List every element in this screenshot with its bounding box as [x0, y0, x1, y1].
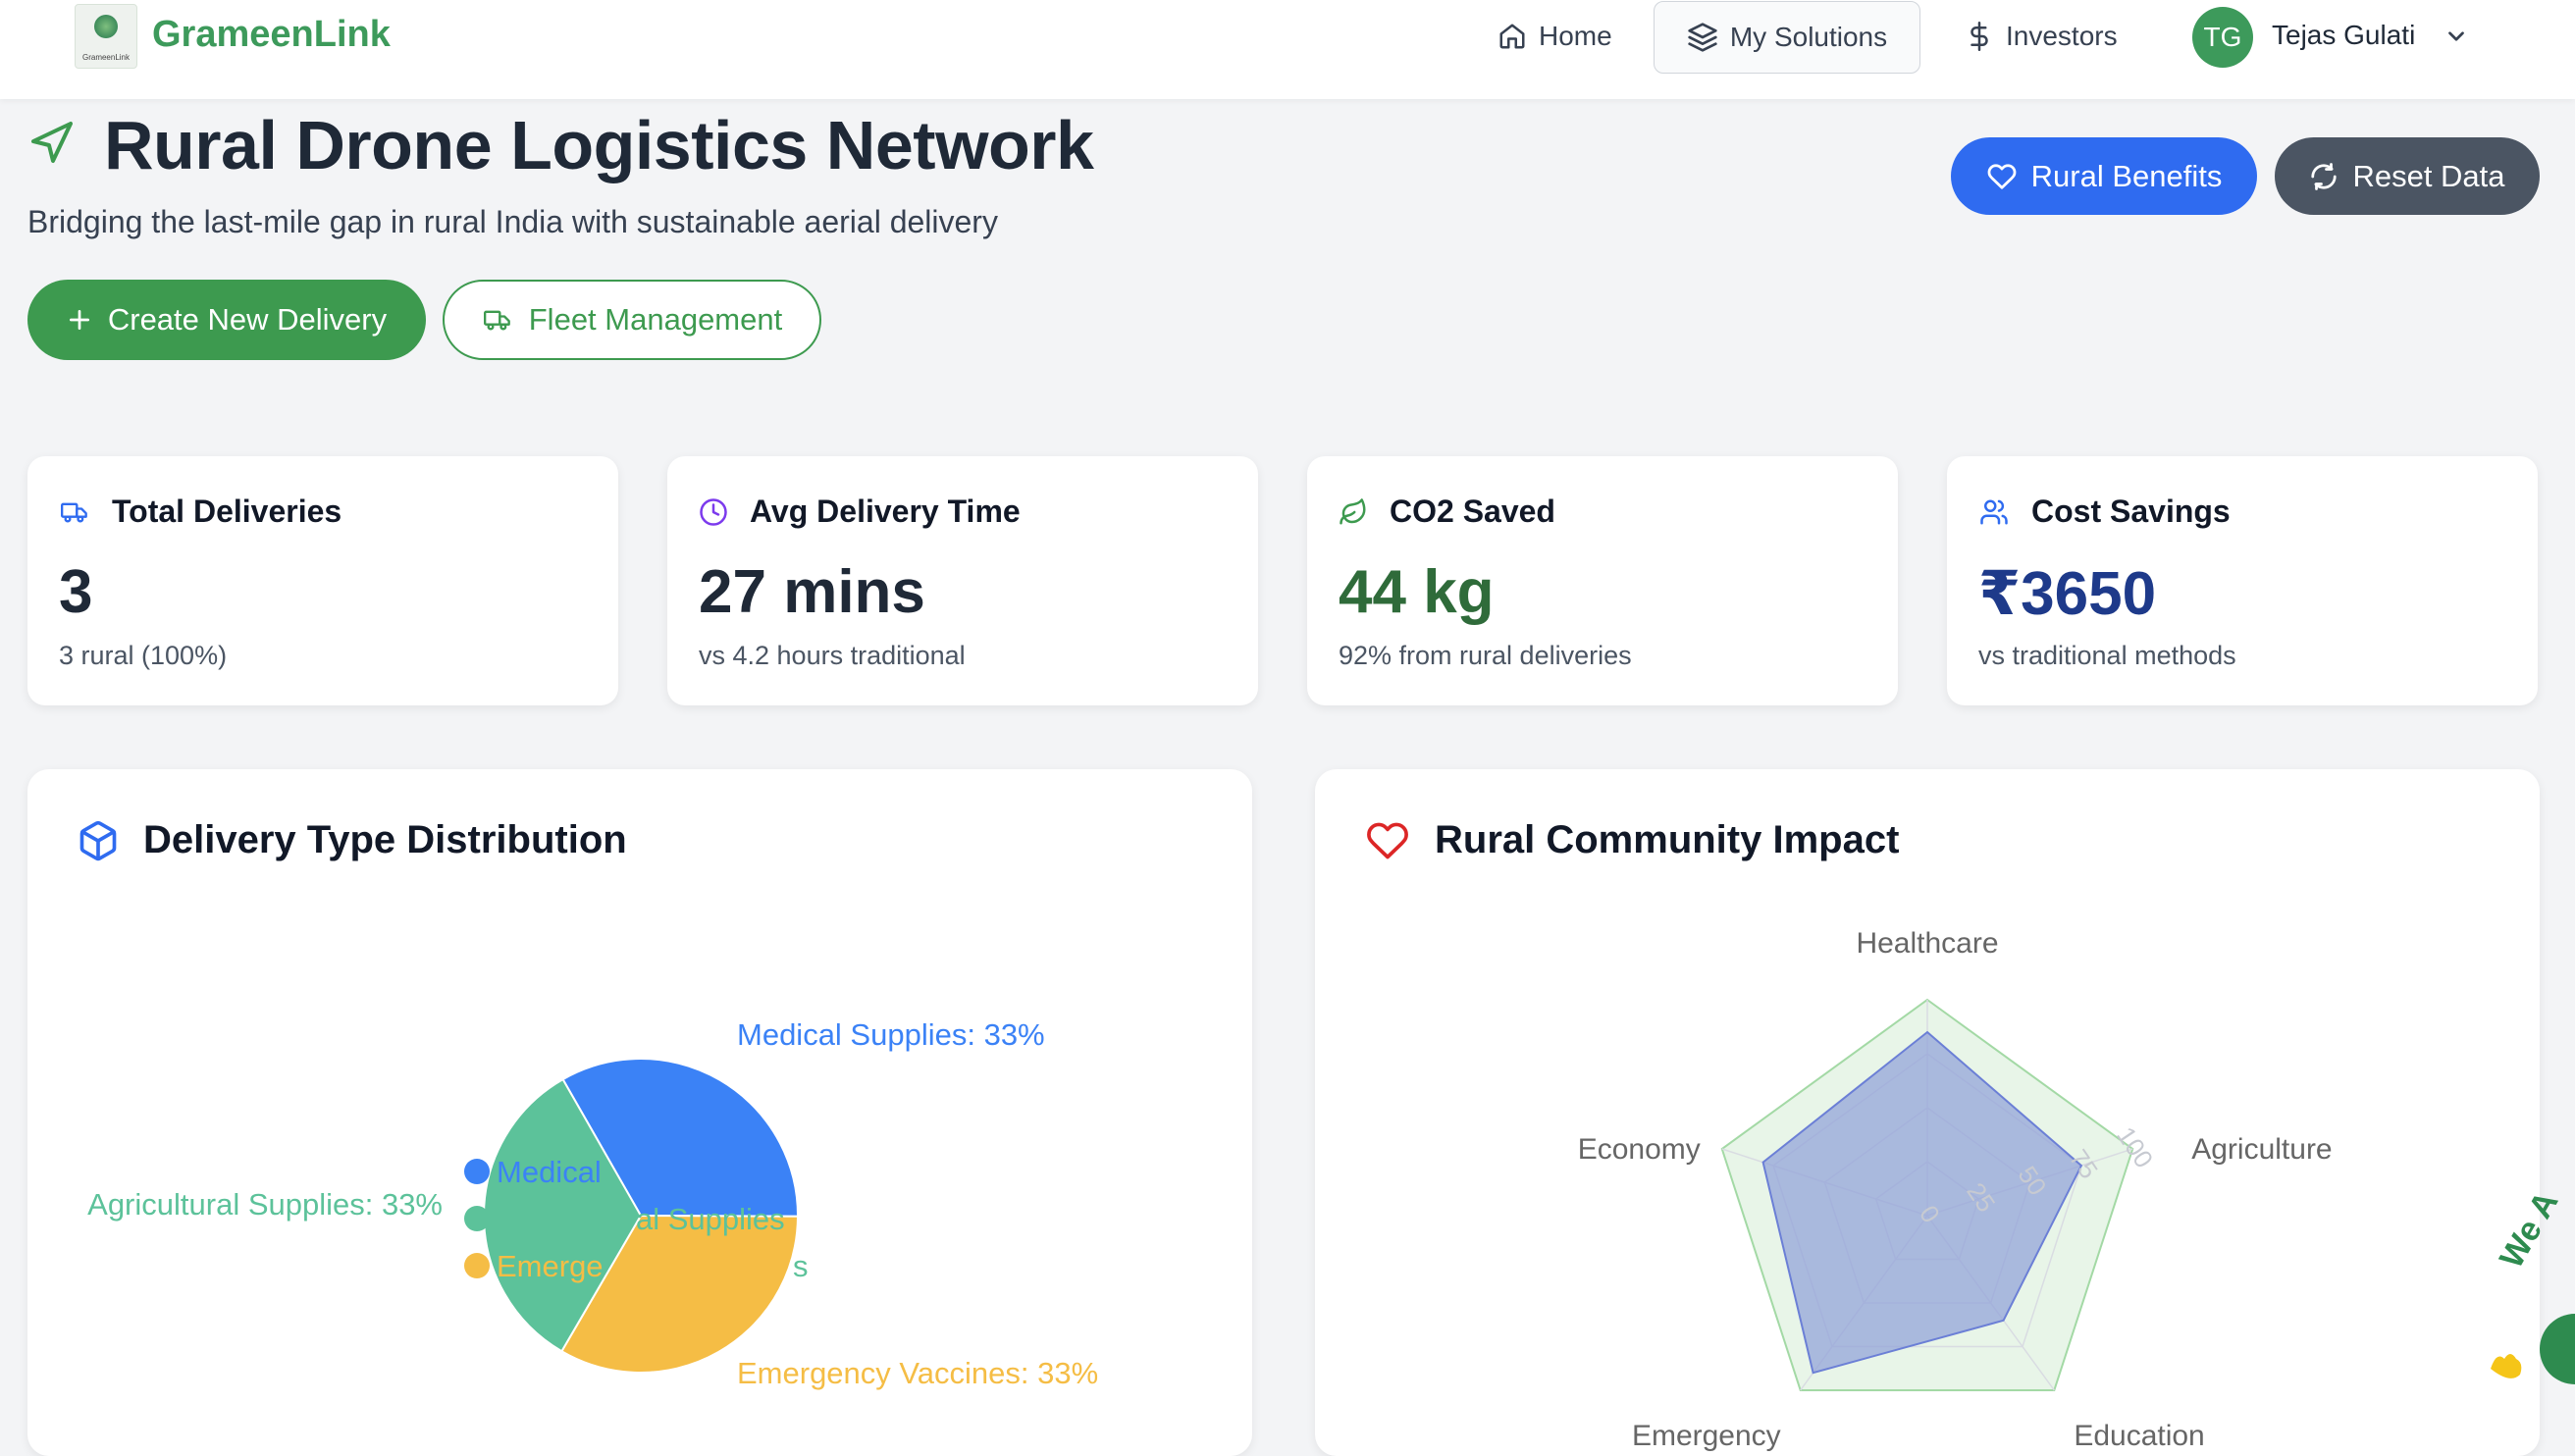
pie-overlay-text: s	[793, 1249, 809, 1283]
dollar-icon	[1971, 22, 1988, 51]
stat-value: 3	[59, 558, 93, 626]
radar-axis-label: Healthcare	[1856, 927, 1998, 960]
refresh-icon	[2311, 162, 2338, 190]
stat-title: Cost Savings	[2031, 494, 2231, 529]
nav-home-label: Home	[1539, 21, 1612, 51]
leaf-icon	[1340, 497, 1366, 524]
fleet-management-label: Fleet Management	[528, 302, 783, 337]
heart-icon	[1987, 163, 2016, 189]
stat-title: CO2 Saved	[1390, 494, 1555, 529]
stat-subtext: 92% from rural deliveries	[1339, 641, 1632, 670]
legend-swatch	[464, 1206, 490, 1231]
rural-benefits-label: Rural Benefits	[2030, 158, 2223, 193]
page-title: Rural Drone Logistics Network	[104, 107, 1094, 183]
stat-value: 27 mins	[699, 558, 925, 626]
truck-icon	[61, 502, 87, 522]
logo-tree-icon	[94, 15, 118, 38]
pie-data-label: Emergency Vaccines: 33%	[737, 1356, 1098, 1390]
stat-card-avg-delivery-time: Avg Delivery Time 27 mins vs 4.2 hours t…	[667, 456, 1258, 705]
avatar[interactable]: TG	[2192, 7, 2253, 68]
nav-investors[interactable]: Investors	[1965, 0, 2118, 73]
delivery-type-distribution-panel: Delivery Type Distribution Medical Suppl…	[27, 769, 1252, 1456]
stat-card-total-deliveries: Total Deliveries 3 3 rural (100%)	[27, 456, 618, 705]
logo-caption: GrameenLink	[81, 53, 131, 62]
stat-card-header: Avg Delivery Time	[699, 494, 1021, 530]
legend-label: Emerge	[497, 1249, 604, 1283]
layers-icon	[1688, 23, 1717, 52]
stat-card-header: CO2 Saved	[1339, 494, 1555, 530]
legend-swatch	[464, 1253, 490, 1278]
pie-overlay-text: al Supplies	[636, 1202, 785, 1236]
top-navbar: GrameenLink GrameenLink Home My Solution…	[0, 0, 2575, 99]
brand-logo[interactable]: GrameenLink	[75, 4, 137, 69]
stat-card-cost-savings: Cost Savings ₹3650 vs traditional method…	[1947, 456, 2538, 705]
pie-data-label: Agricultural Supplies: 33%	[87, 1187, 443, 1222]
clock-icon	[700, 497, 727, 526]
radar-axis-label: Education	[2074, 1420, 2204, 1452]
delivery-pie-chart: Medical Supplies: 33% Emergency Vaccines:…	[87, 1017, 1098, 1390]
truck-icon	[483, 310, 510, 331]
page-subtitle: Bridging the last-mile gap in rural Indi…	[27, 204, 998, 239]
plus-icon	[69, 309, 89, 331]
nav-my-solutions-label: My Solutions	[1729, 22, 1888, 52]
pie-data-label: Medical Supplies: 33%	[737, 1017, 1045, 1052]
radar-axis-label: Emergency	[1632, 1420, 1781, 1452]
stat-subtext: vs traditional methods	[1978, 641, 2236, 670]
stat-card-header: Total Deliveries	[59, 494, 342, 530]
users-icon	[1980, 499, 2008, 524]
navigation-arrow-icon	[31, 122, 73, 163]
legend-label: Medical	[497, 1155, 602, 1189]
reset-data-label: Reset Data	[2352, 158, 2505, 193]
legend-swatch	[464, 1159, 490, 1184]
brand-name[interactable]: GrameenLink	[152, 14, 391, 56]
stat-subtext: vs 4.2 hours traditional	[699, 641, 966, 670]
stat-subtext: 3 rural (100%)	[59, 641, 228, 670]
home-icon	[1499, 24, 1525, 49]
user-name[interactable]: Tejas Gulati	[2272, 20, 2415, 51]
create-delivery-label: Create New Delivery	[107, 302, 388, 337]
nav-my-solutions[interactable]: My Solutions	[1654, 1, 1920, 74]
chevron-down-icon[interactable]	[2444, 24, 2469, 49]
stat-title: Total Deliveries	[112, 494, 342, 529]
radar-axis-label: Agriculture	[2191, 1133, 2332, 1166]
impact-radar-chart: 0 25 50 75 100HealthcareAgricultureEducation…	[1578, 927, 2333, 1452]
rural-benefits-button[interactable]: Rural Benefits	[1951, 137, 2257, 215]
stat-card-co2-saved: CO2 Saved 44 kg 92% from rural deliverie…	[1307, 456, 1898, 705]
reset-data-button[interactable]: Reset Data	[2275, 137, 2540, 215]
rural-community-impact-panel: Rural Community Impact 0 25 50 75 100 Healthc…	[1315, 769, 2540, 1456]
fleet-management-button[interactable]: Fleet Management	[443, 280, 821, 360]
stat-card-header: Cost Savings	[1978, 494, 2231, 530]
radar-axis-label: Economy	[1578, 1133, 1701, 1166]
stat-title: Avg Delivery Time	[750, 494, 1021, 529]
nav-home[interactable]: Home	[1498, 0, 1612, 73]
stat-value: 44 kg	[1339, 558, 1495, 626]
nav-investors-label: Investors	[2006, 21, 2118, 51]
create-delivery-button[interactable]: Create New Delivery	[27, 280, 426, 360]
stat-value: ₹3650	[1978, 560, 2157, 628]
